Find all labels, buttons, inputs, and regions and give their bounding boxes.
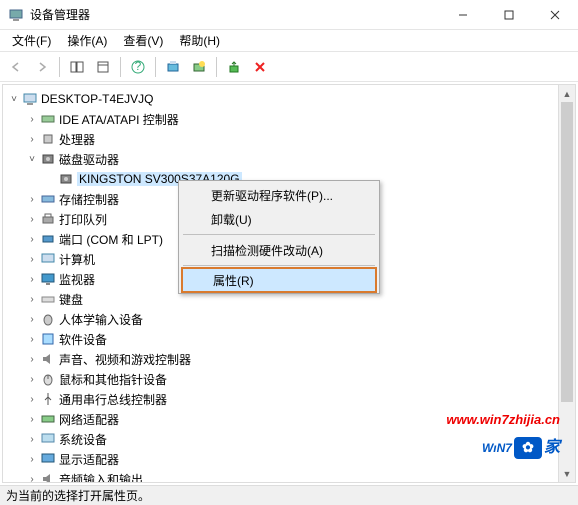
- menu-view[interactable]: 查看(V): [115, 30, 171, 51]
- expand-icon[interactable]: ›: [25, 374, 39, 385]
- properties-button[interactable]: [91, 55, 115, 79]
- ctx-properties[interactable]: 属性(R): [181, 267, 377, 293]
- expand-icon[interactable]: ›: [25, 214, 39, 225]
- expand-icon[interactable]: ›: [25, 414, 39, 425]
- hid-icon: [40, 311, 56, 327]
- computer-icon: [22, 91, 38, 107]
- tree-item-audio[interactable]: ›音频输入和输出: [7, 469, 575, 482]
- context-menu: 更新驱动程序软件(P)... 卸载(U) 扫描检测硬件改动(A) 属性(R): [178, 180, 380, 294]
- monitor-icon: [40, 271, 56, 287]
- disable-button[interactable]: [248, 55, 272, 79]
- port-icon: [40, 231, 56, 247]
- toolbar: ?: [0, 52, 578, 82]
- expand-icon[interactable]: ›: [25, 254, 39, 265]
- disk-icon: [40, 151, 56, 167]
- scroll-up-icon[interactable]: ▲: [559, 85, 575, 102]
- separator-icon: [183, 234, 375, 235]
- maximize-button[interactable]: [486, 0, 532, 30]
- keyboard-icon: [40, 291, 56, 307]
- help-button[interactable]: ?: [126, 55, 150, 79]
- printer-icon: [40, 211, 56, 227]
- mouse-icon: [40, 371, 56, 387]
- uninstall-button[interactable]: [222, 55, 246, 79]
- menu-bar: 文件(F) 操作(A) 查看(V) 帮助(H): [0, 30, 578, 52]
- tree-item-usb[interactable]: ›通用串行总线控制器: [7, 389, 575, 409]
- tree-item-net[interactable]: ›网络适配器: [7, 409, 575, 429]
- expand-icon[interactable]: ›: [25, 194, 39, 205]
- system-icon: [40, 431, 56, 447]
- computer-icon: [40, 251, 56, 267]
- tree-item-ide[interactable]: ›IDE ATA/ATAPI 控制器: [7, 109, 575, 129]
- scroll-down-icon[interactable]: ▼: [559, 465, 575, 482]
- tree-item-system[interactable]: ›系统设备: [7, 429, 575, 449]
- expand-icon[interactable]: ›: [25, 234, 39, 245]
- speaker-icon: [40, 351, 56, 367]
- tree-item-cpu[interactable]: ›处理器: [7, 129, 575, 149]
- separator-icon: [59, 57, 60, 77]
- menu-action[interactable]: 操作(A): [59, 30, 115, 51]
- update-driver-button[interactable]: [161, 55, 185, 79]
- expand-icon[interactable]: ›: [25, 434, 39, 445]
- expand-icon[interactable]: ›: [25, 334, 39, 345]
- ctx-uninstall[interactable]: 卸载(U): [181, 207, 377, 231]
- scan-hardware-button[interactable]: [187, 55, 211, 79]
- audio-icon: [40, 471, 56, 482]
- storage-icon: [40, 191, 56, 207]
- separator-icon: [120, 57, 121, 77]
- expand-icon[interactable]: ›: [25, 114, 39, 125]
- tree-root[interactable]: ˅ DESKTOP-T4EJVJQ: [7, 89, 575, 109]
- tree-item-software[interactable]: ›软件设备: [7, 329, 575, 349]
- software-icon: [40, 331, 56, 347]
- separator-icon: [155, 57, 156, 77]
- minimize-button[interactable]: [440, 0, 486, 30]
- ctx-scan-hardware[interactable]: 扫描检测硬件改动(A): [181, 238, 377, 262]
- expand-icon[interactable]: ›: [25, 294, 39, 305]
- tree-item-display[interactable]: ›显示适配器: [7, 449, 575, 469]
- close-button[interactable]: [532, 0, 578, 30]
- separator-icon: [216, 57, 217, 77]
- expand-icon[interactable]: ›: [25, 354, 39, 365]
- controller-icon: [40, 111, 56, 127]
- tree-item-disk[interactable]: ˅磁盘驱动器: [7, 149, 575, 169]
- expand-icon[interactable]: ›: [25, 394, 39, 405]
- expand-icon[interactable]: ›: [25, 474, 39, 483]
- usb-icon: [40, 391, 56, 407]
- disk-icon: [58, 171, 74, 187]
- collapse-icon[interactable]: ˅: [25, 154, 39, 165]
- expand-icon[interactable]: ›: [25, 314, 39, 325]
- collapse-icon[interactable]: ˅: [7, 94, 21, 105]
- status-bar: 为当前的选择打开属性页。: [0, 485, 578, 505]
- cpu-icon: [40, 131, 56, 147]
- tree-item-sound[interactable]: ›声音、视频和游戏控制器: [7, 349, 575, 369]
- vertical-scrollbar[interactable]: ▲ ▼: [558, 85, 575, 482]
- display-icon: [40, 451, 56, 467]
- forward-button: [30, 55, 54, 79]
- tree-item-mouse[interactable]: ›鼠标和其他指针设备: [7, 369, 575, 389]
- menu-help[interactable]: 帮助(H): [171, 30, 228, 51]
- app-icon: [8, 7, 24, 23]
- back-button: [4, 55, 28, 79]
- title-bar: 设备管理器: [0, 0, 578, 30]
- ctx-update-driver[interactable]: 更新驱动程序软件(P)...: [181, 183, 377, 207]
- expand-icon[interactable]: ›: [25, 134, 39, 145]
- network-icon: [40, 411, 56, 427]
- show-hide-console-button[interactable]: [65, 55, 89, 79]
- expand-icon[interactable]: ›: [25, 454, 39, 465]
- expand-icon[interactable]: ›: [25, 274, 39, 285]
- window-title: 设备管理器: [30, 6, 440, 23]
- status-text: 为当前的选择打开属性页。: [6, 487, 150, 504]
- tree-item-hid[interactable]: ›人体学输入设备: [7, 309, 575, 329]
- separator-icon: [183, 265, 375, 266]
- menu-file[interactable]: 文件(F): [4, 30, 59, 51]
- svg-text:?: ?: [135, 60, 142, 73]
- scroll-thumb[interactable]: [561, 102, 573, 402]
